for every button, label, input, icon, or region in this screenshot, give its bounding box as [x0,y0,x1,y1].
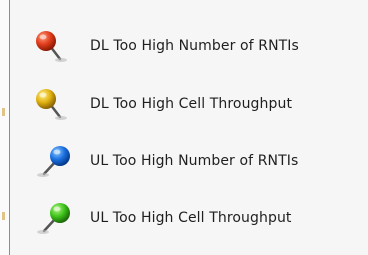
legend-item-ul-rntis[interactable]: UL Too High Number of RNTIs [30,141,360,181]
yellow-pushpin-icon [30,84,78,124]
map-legend-panel: DL Too High Number of RNTIs DL Too High … [0,0,368,255]
legend-item-ul-throughput[interactable]: UL Too High Cell Throughput [30,198,360,238]
legend-item-label: UL Too High Cell Throughput [90,210,292,226]
legend-item-dl-rntis[interactable]: DL Too High Number of RNTIs [30,26,360,66]
edge-marker [2,212,5,220]
red-pushpin-icon [30,26,78,66]
edge-marker [2,108,5,116]
legend-item-label: DL Too High Cell Throughput [90,96,293,112]
legend-item-dl-throughput[interactable]: DL Too High Cell Throughput [30,84,360,124]
green-pushpin-icon [30,198,78,238]
legend-item-label: DL Too High Number of RNTIs [90,38,299,54]
blue-pushpin-icon [30,141,78,181]
legend-item-label: UL Too High Number of RNTIs [90,153,299,169]
panel-left-edge [0,0,10,255]
